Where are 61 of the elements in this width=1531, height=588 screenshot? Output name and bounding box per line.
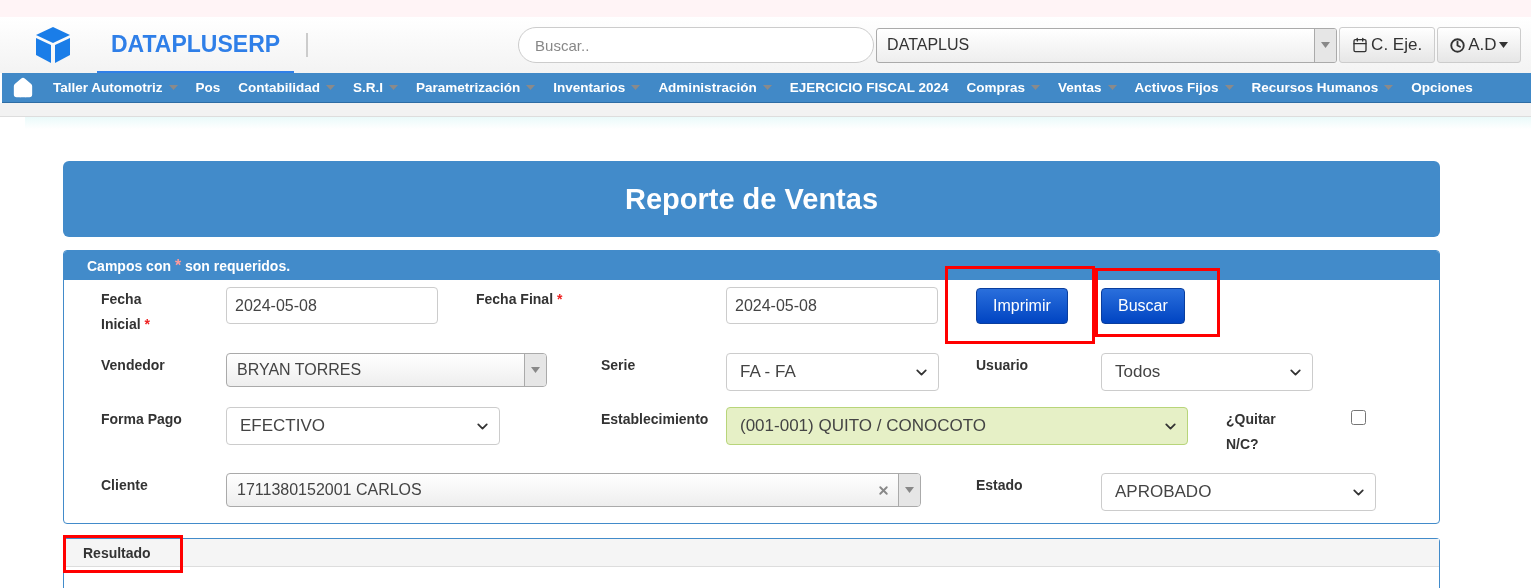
caret-icon (168, 85, 178, 90)
nav-menu-item[interactable]: EJERCICIO FISCAL 2024 (780, 80, 958, 95)
field-label: Serie (601, 356, 637, 375)
select-field[interactable]: (001-001) QUITO / CONOCOTO (726, 407, 1188, 445)
search-field[interactable]: Buscar.. (518, 27, 875, 63)
combo-field[interactable]: BRYAN TORRES (226, 353, 547, 387)
nav-menu-item[interactable]: Compras (957, 80, 1049, 95)
field-label: Estado (976, 476, 1024, 495)
field-label: ¿Quitar N/C? (1226, 410, 1277, 454)
select-field[interactable]: FA - FA (726, 353, 939, 391)
clock-icon (1450, 37, 1466, 53)
caret-icon (1499, 42, 1509, 48)
caret-icon (1107, 85, 1117, 90)
field-label: Forma Pago (101, 410, 183, 429)
header-button[interactable]: C. Eje. (1339, 27, 1436, 63)
clear-icon[interactable] (877, 483, 890, 497)
field-label: Fecha Inicial * (101, 290, 152, 334)
required-note: Campos con * son requeridos. (87, 256, 291, 275)
nav-menu-item[interactable]: S.R.I (344, 80, 408, 95)
calendar-icon (1352, 37, 1369, 53)
cube-logo-icon (33, 25, 73, 65)
company-select[interactable]: DATAPLUS (876, 27, 1338, 63)
nav-menu-item[interactable]: Administración (649, 80, 781, 95)
field-label: Fecha Final * (476, 290, 564, 309)
nav-menu-item[interactable]: Activos Fijos (1125, 80, 1243, 95)
nav-menu-item[interactable]: Contabilidad (229, 80, 345, 95)
caret-icon (905, 487, 914, 493)
caret-icon (1384, 85, 1394, 90)
nav-menu-item[interactable]: Taller Automotriz (44, 80, 187, 95)
caret-icon (389, 85, 399, 90)
nav-menu-item[interactable]: Pos (186, 80, 230, 95)
nav-menu-item[interactable]: Ventas (1048, 80, 1126, 95)
nav-menu-item[interactable]: Recursos Humanos (1242, 80, 1403, 95)
nav-menu-item[interactable]: Inventarios (544, 80, 650, 95)
caret-icon (762, 85, 772, 90)
field-label: Cliente (101, 476, 149, 495)
date-field[interactable]: 2024-05-08 (226, 287, 438, 324)
action-button[interactable]: Buscar (1101, 288, 1185, 324)
nav-menu-item[interactable]: Parametrización (407, 80, 545, 95)
field-label: Establecimiento (601, 410, 710, 429)
checkbox[interactable] (1351, 410, 1366, 425)
date-field[interactable]: 2024-05-08 (726, 287, 938, 324)
field-label: Usuario (976, 356, 1030, 375)
select-field[interactable]: EFECTIVO (226, 407, 500, 445)
select-field[interactable]: APROBADO (1101, 473, 1376, 511)
action-button[interactable]: Imprimir (976, 288, 1068, 324)
caret-icon (1030, 85, 1040, 90)
field-label: Vendedor (101, 356, 166, 375)
nav-menu-item[interactable]: Opciones (1402, 80, 1482, 95)
result-title: Resultado (83, 544, 151, 561)
caret-icon (531, 367, 540, 373)
caret-icon (1321, 42, 1331, 48)
caret-icon (326, 85, 336, 90)
caret-icon (631, 85, 641, 90)
caret-icon (526, 85, 536, 90)
home-icon[interactable] (12, 76, 34, 99)
select-field[interactable]: Todos (1101, 353, 1313, 391)
header-button[interactable]: A.D (1437, 27, 1522, 63)
combo-field[interactable]: 1711380152001 CARLOS (226, 473, 921, 507)
page-title: Reporte de Ventas (63, 161, 1440, 237)
caret-icon (1224, 85, 1234, 90)
